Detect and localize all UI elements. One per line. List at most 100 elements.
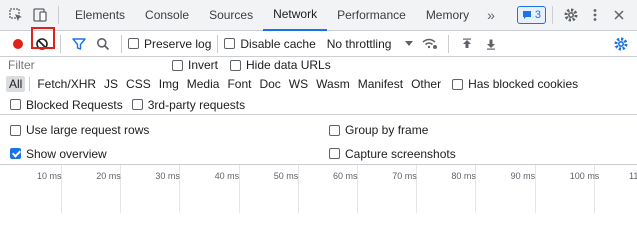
timeline-tick-label: 100 ms	[569, 171, 600, 181]
large-rows-label: Use large request rows	[26, 123, 150, 137]
filter-input[interactable]	[0, 57, 158, 73]
network-overview-timeline[interactable]: 10 ms 20 ms 30 ms 40 ms 50 ms 60 ms 70 ms 80 ms…	[0, 165, 637, 213]
third-party-checkbox[interactable]: 3rd-party requests	[131, 97, 246, 112]
blocked-requests-label: Blocked Requests	[26, 97, 123, 112]
throttling-select[interactable]: No throttling	[327, 37, 415, 51]
type-filter-wasm[interactable]: Wasm	[313, 76, 353, 92]
third-party-label: 3rd-party requests	[147, 97, 246, 112]
type-filter-other[interactable]: Other	[408, 76, 444, 92]
timeline-tick-label: 30 ms	[155, 171, 180, 181]
network-conditions-button[interactable]	[418, 32, 442, 56]
more-tabs-icon[interactable]: »	[479, 0, 503, 31]
type-filter-js[interactable]: JS	[101, 76, 121, 92]
divider	[552, 6, 553, 24]
timeline-tick-label: 40 ms	[214, 171, 240, 181]
tab-elements[interactable]: Elements	[65, 0, 135, 31]
device-toolbar-icon[interactable]	[28, 3, 52, 27]
divider	[217, 34, 219, 53]
gear-icon	[614, 37, 628, 50]
settings-gear-icon[interactable]	[559, 3, 583, 27]
disable-cache-label: Disable cache	[240, 36, 316, 51]
tab-console[interactable]: Console	[135, 0, 199, 31]
blocked-requests-checkbox[interactable]: Blocked Requests	[10, 98, 123, 112]
divider	[448, 34, 450, 53]
hide-data-urls-box[interactable]	[230, 59, 242, 71]
type-filter-ws[interactable]: WS	[286, 76, 311, 92]
filter-toggle-button[interactable]	[67, 32, 91, 56]
hide-data-urls-checkbox[interactable]: Hide data URLs	[230, 58, 331, 72]
more-options-icon[interactable]	[583, 3, 607, 27]
divider	[58, 6, 59, 24]
search-button[interactable]	[91, 32, 115, 56]
group-by-frame-label: Group by frame	[345, 123, 429, 137]
type-buttons: All Fetch/XHR JS CSS Img Media Font Doc WS Wasm Ma…	[6, 76, 444, 92]
invert-checkbox[interactable]: Invert	[172, 58, 218, 72]
show-overview-box[interactable]	[10, 148, 21, 159]
issues-badge[interactable]: 3	[516, 6, 546, 24]
capture-screenshots-checkbox[interactable]: Capture screenshots	[329, 147, 456, 161]
timeline-tick-label: 90 ms	[510, 171, 536, 181]
download-icon	[487, 39, 496, 50]
has-blocked-cookies-box[interactable]	[452, 78, 464, 90]
wifi-settings-icon	[422, 38, 438, 49]
filter-row: Invert Hide data URLs	[0, 57, 637, 73]
capture-screenshots-label: Capture screenshots	[345, 146, 456, 161]
timeline-tick-label: 80 ms	[451, 171, 476, 181]
type-filter-css[interactable]: CSS	[123, 76, 154, 92]
has-blocked-cookies-checkbox[interactable]: Has blocked cookies	[452, 77, 578, 91]
tab-performance[interactable]: Performance	[327, 0, 416, 31]
tab-sources[interactable]: Sources	[199, 0, 263, 31]
tab-network[interactable]: Network	[263, 0, 328, 31]
capture-screenshots-box[interactable]	[329, 148, 340, 159]
third-party-box[interactable]	[131, 99, 143, 110]
timeline-tick-label: 20 ms	[96, 171, 121, 181]
timeline-tick-label: 110 ms	[629, 171, 637, 181]
settings-row-2: Show overview Capture screenshots	[0, 143, 637, 165]
hide-data-urls-label: Hide data URLs	[246, 58, 331, 72]
preserve-log-checkbox[interactable]: Preserve log	[128, 37, 211, 51]
export-har-button[interactable]	[479, 32, 503, 56]
clear-button-highlight	[31, 27, 55, 49]
filter-icon	[72, 37, 86, 50]
disable-cache-checkbox[interactable]: Disable cache	[224, 36, 316, 51]
show-overview-checkbox[interactable]: Show overview	[10, 147, 107, 161]
divider	[29, 77, 31, 91]
settings-row-1: Use large request rows Group by frame	[0, 119, 637, 141]
blocked-requests-box[interactable]	[10, 99, 21, 110]
close-devtools-icon[interactable]	[607, 3, 631, 27]
group-by-frame-box[interactable]	[329, 124, 340, 136]
large-rows-box[interactable]	[10, 124, 21, 136]
timeline-tick-label: 70 ms	[392, 171, 417, 181]
type-filter-doc[interactable]: Doc	[256, 76, 283, 92]
disable-cache-box[interactable]	[224, 38, 236, 49]
type-filter-all[interactable]: All	[6, 76, 26, 92]
type-filter-fetch-xhr[interactable]: Fetch/XHR	[34, 76, 99, 92]
issues-count: 3	[534, 9, 541, 21]
dropdown-arrow-icon	[405, 40, 414, 46]
record-button[interactable]	[6, 32, 30, 56]
large-rows-checkbox[interactable]: Use large request rows	[10, 123, 149, 137]
resource-type-filters: All Fetch/XHR JS CSS Img Media Font Doc WS Wasm Ma…	[0, 73, 637, 95]
import-har-button[interactable]	[455, 32, 479, 56]
search-icon	[97, 37, 110, 50]
preserve-log-box[interactable]	[128, 38, 139, 49]
inspect-element-icon[interactable]	[4, 3, 28, 27]
timeline-tick-label: 60 ms	[333, 171, 358, 181]
message-icon	[522, 11, 531, 19]
network-settings-button[interactable]	[609, 32, 633, 56]
divider	[121, 34, 122, 53]
network-toolbar: Preserve log Disable cache No throttling	[0, 31, 637, 57]
invert-label: Invert	[188, 58, 219, 72]
type-filter-font[interactable]: Font	[224, 76, 254, 92]
divider	[60, 34, 61, 53]
invert-box[interactable]	[172, 59, 183, 71]
upload-icon	[463, 38, 472, 48]
group-by-frame-checkbox[interactable]: Group by frame	[329, 123, 428, 137]
tab-memory[interactable]: Memory	[416, 0, 479, 31]
preserve-log-label: Preserve log	[144, 36, 212, 51]
blocked-row: Blocked Requests 3rd-party requests	[0, 95, 637, 115]
type-filter-manifest[interactable]: Manifest	[355, 76, 406, 92]
has-blocked-cookies-label: Has blocked cookies	[468, 77, 579, 91]
type-filter-media[interactable]: Media	[184, 76, 223, 92]
type-filter-img[interactable]: Img	[156, 76, 182, 92]
